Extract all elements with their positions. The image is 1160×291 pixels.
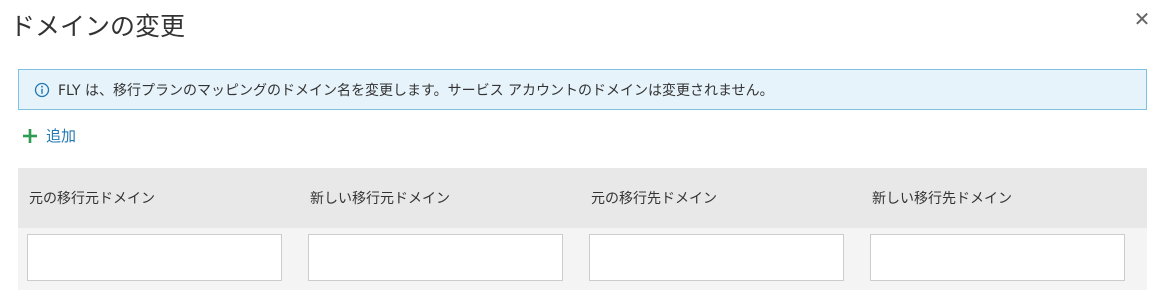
new-destination-domain-input[interactable] (870, 234, 1125, 281)
domain-mapping-table: 元の移行元ドメイン 新しい移行元ドメイン 元の移行先ドメイン 新しい移行先ドメイ… (18, 168, 1147, 290)
original-destination-domain-input[interactable] (589, 234, 844, 281)
info-text: FLY は、移行プランのマッピングのドメイン名を変更します。サービス アカウント… (58, 82, 774, 99)
add-label: 追加 (46, 127, 77, 145)
plus-icon (23, 128, 37, 143)
add-button[interactable]: 追加 (22, 125, 76, 146)
original-source-domain-input[interactable] (27, 234, 282, 281)
info-icon (34, 82, 50, 97)
column-header-new-destination-domain: 新しい移行先ドメイン (872, 191, 1012, 207)
dialog-title: ドメインの変更 (10, 12, 186, 41)
table-header: 元の移行元ドメイン 新しい移行元ドメイン 元の移行先ドメイン 新しい移行先ドメイ… (18, 168, 1147, 228)
column-header-original-source-domain: 元の移行元ドメイン (29, 191, 155, 207)
column-header-new-source-domain: 新しい移行元ドメイン (310, 191, 450, 207)
info-banner: FLY は、移行プランのマッピングのドメイン名を変更します。サービス アカウント… (18, 69, 1147, 110)
new-source-domain-input[interactable] (308, 234, 563, 281)
table-row (18, 228, 1147, 290)
column-header-original-destination-domain: 元の移行先ドメイン (591, 191, 717, 207)
close-icon[interactable]: ✕ (1131, 8, 1153, 30)
